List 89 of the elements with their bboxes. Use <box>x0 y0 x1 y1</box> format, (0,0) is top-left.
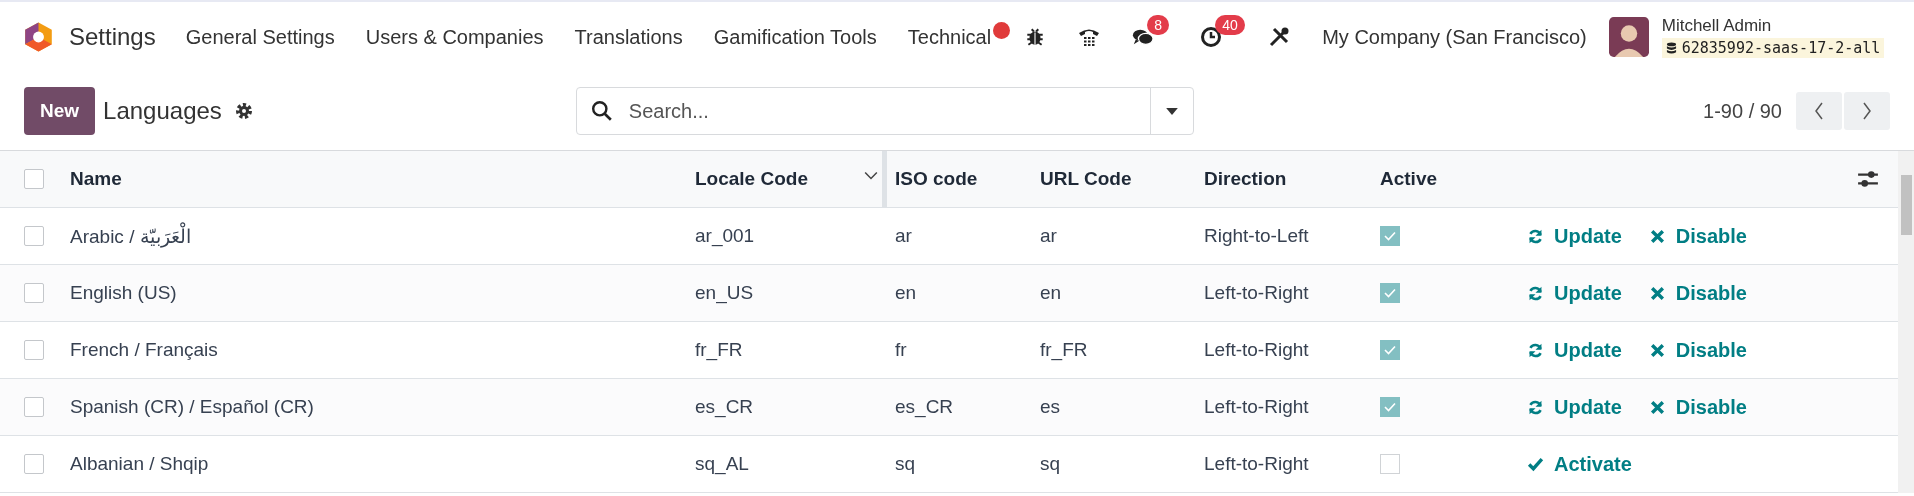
search-bar[interactable]: Search... <box>575 87 1194 135</box>
disable-button[interactable]: Disable <box>1648 281 1747 305</box>
table-cell: ar <box>895 225 912 247</box>
close-icon <box>1648 284 1666 302</box>
message-count-badge: 8 <box>1147 15 1169 35</box>
row-checkbox[interactable] <box>24 340 44 360</box>
chevron-down-icon[interactable] <box>864 171 878 180</box>
new-button[interactable]: New <box>24 87 96 135</box>
table-cell: Arabic / الْعَرَبيّة <box>70 224 191 248</box>
table-cell: Left-to-Right <box>1204 396 1309 418</box>
pager-value[interactable]: 1-90 / 90 <box>1703 99 1782 123</box>
table-cell: sq <box>1040 453 1061 475</box>
company-switcher[interactable]: My Company (San Francisco) <box>1322 25 1587 49</box>
checkmark-icon <box>1527 455 1544 473</box>
record-indicator-dot <box>993 21 1011 39</box>
close-icon <box>1648 398 1666 416</box>
table-cell: es_CR <box>695 396 754 418</box>
table-cell: Left-to-Right <box>1204 339 1309 361</box>
table-cell: en_US <box>695 282 754 304</box>
row-checkbox[interactable] <box>24 283 44 303</box>
table-cell: French / Français <box>70 339 218 361</box>
table-cell: ar <box>1040 225 1057 247</box>
checkmark-icon <box>1384 402 1396 412</box>
row-checkbox[interactable] <box>24 454 44 474</box>
column-header[interactable]: Name <box>70 168 122 190</box>
update-button[interactable]: Update <box>1527 395 1622 419</box>
select-all-checkbox[interactable] <box>24 169 44 189</box>
table-cell: sq_AL <box>695 453 749 475</box>
table-cell: Spanish (CR) / Español (CR) <box>70 396 314 418</box>
table-cell: en <box>895 282 917 304</box>
menu-item[interactable]: General Settings <box>185 25 335 49</box>
search-icon <box>590 100 613 122</box>
column-header[interactable]: Active <box>1380 168 1438 190</box>
avatar-icon[interactable] <box>1608 17 1649 57</box>
close-icon <box>1648 227 1666 245</box>
menu-item[interactable]: Users & Companies <box>365 25 544 49</box>
tools-icon[interactable] <box>1268 26 1291 48</box>
page-title: Languages <box>103 97 222 125</box>
checkmark-icon <box>1384 288 1396 298</box>
disable-button[interactable]: Disable <box>1648 224 1747 248</box>
caret-icon <box>1165 107 1178 115</box>
table-cell: fr <box>895 339 907 361</box>
table-cell: Albanian / Shqip <box>70 453 209 475</box>
column-header[interactable]: ISO code <box>895 168 978 190</box>
column-header[interactable]: Locale Code <box>695 168 808 190</box>
refresh-icon <box>1527 398 1544 416</box>
update-button[interactable]: Update <box>1527 224 1622 248</box>
checkmark-icon <box>1384 231 1396 241</box>
column-header[interactable]: Direction <box>1204 168 1287 190</box>
update-button[interactable]: Update <box>1527 281 1622 305</box>
table-cell: Left-to-Right <box>1204 282 1309 304</box>
menu-item[interactable]: Technical <box>907 25 992 49</box>
table-cell: English (US) <box>70 282 177 304</box>
table-cell: Right-to-Left <box>1204 225 1309 247</box>
table-cell: ar_001 <box>695 225 755 247</box>
table-cell: Left-to-Right <box>1204 453 1309 475</box>
update-button[interactable]: Update <box>1527 338 1622 362</box>
column-header[interactable]: URL Code <box>1040 168 1132 190</box>
column-options-icon[interactable] <box>1857 169 1879 189</box>
user-name[interactable]: Mitchell Admin <box>1661 16 1885 36</box>
disable-button[interactable]: Disable <box>1648 395 1747 419</box>
scrollbar[interactable] <box>1898 151 1914 493</box>
clock-icon[interactable] <box>1200 26 1223 48</box>
menu-item[interactable]: Gamification Tools <box>713 25 877 49</box>
refresh-icon <box>1527 284 1544 302</box>
row-checkbox[interactable] <box>24 397 44 417</box>
table-cell: en <box>1040 282 1062 304</box>
app-logo-icon[interactable] <box>24 21 53 53</box>
refresh-icon <box>1527 227 1544 245</box>
disable-button[interactable]: Disable <box>1648 338 1747 362</box>
chevron-left-icon <box>1814 102 1824 120</box>
table-cell: fr_FR <box>1040 339 1088 361</box>
table-cell: es_CR <box>895 396 954 418</box>
close-icon <box>1648 341 1666 359</box>
row-checkbox[interactable] <box>24 226 44 246</box>
chevron-right-icon <box>1862 102 1872 120</box>
activity-count-badge: 40 <box>1215 15 1245 35</box>
database-name: 62835992-saas-17-2-all <box>1661 38 1885 58</box>
table-cell: fr_FR <box>695 339 743 361</box>
checkmark-icon <box>1384 345 1396 355</box>
table-cell: es <box>1040 396 1061 418</box>
search-input[interactable]: Search... <box>626 98 1150 124</box>
menu-item[interactable]: Translations <box>574 25 683 49</box>
app-name[interactable]: Settings <box>69 23 156 51</box>
activate-button[interactable]: Activate <box>1527 452 1632 476</box>
database-icon <box>1665 41 1677 55</box>
settings-icon[interactable] <box>233 101 254 121</box>
refresh-icon <box>1527 341 1544 359</box>
table-cell: sq <box>895 453 916 475</box>
